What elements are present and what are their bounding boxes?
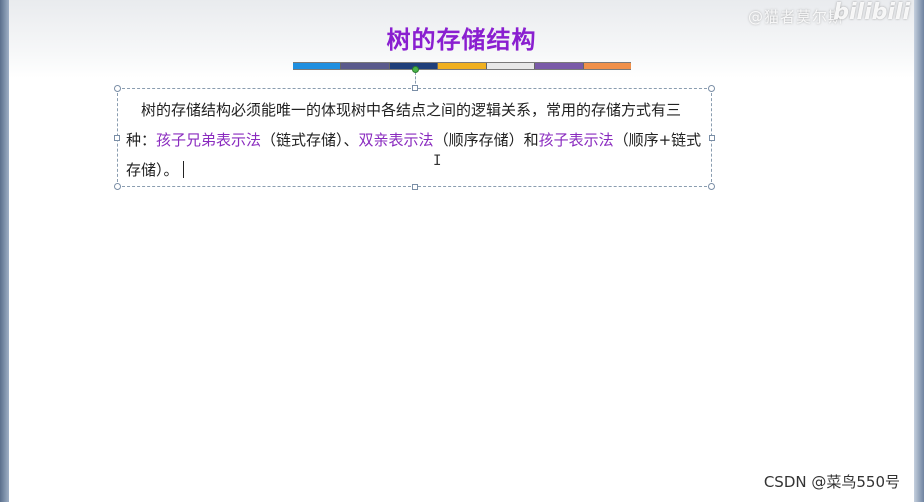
ibeam-cursor-icon: I [433,153,442,169]
color-bar-segment [293,63,342,69]
resize-handle-right[interactable] [709,135,715,141]
csdn-watermark: CSDN @菜鸟550号 [763,473,900,491]
resize-handle-top-left[interactable] [114,85,121,92]
selected-text-box[interactable]: 树的存储结构必须能唯一的体现树中各结点之间的逻辑关系，常用的存储方式有三种：孩子… [114,66,715,190]
resize-handle-bottom-left[interactable] [114,183,121,190]
color-bar-segment [583,63,631,69]
slide-canvas[interactable]: @猫者莫尔斯 bilibili 树的存储结构 树的存储结构必须能唯一的体现树中各… [9,0,914,502]
window-left-edge [0,0,9,502]
rotate-handle[interactable] [412,66,419,73]
color-bar-segment [341,63,390,69]
method-child: 孩子表示法 [538,131,614,149]
color-bar-segment [438,63,487,69]
window-right-edge [914,0,924,502]
decorative-color-bar [293,62,631,70]
body-text: （顺序存储）和 [433,131,539,149]
body-paragraph[interactable]: 树的存储结构必须能唯一的体现树中各结点之间的逻辑关系，常用的存储方式有三种：孩子… [126,95,708,185]
slide-title[interactable]: 树的存储结构 [9,20,914,55]
body-text: （链式存储）、 [261,131,359,149]
text-caret [182,161,184,178]
method-parent: 双亲表示法 [358,131,434,149]
resize-handle-left[interactable] [114,135,120,141]
resize-handle-top[interactable] [412,85,418,91]
resize-handle-bottom-right[interactable] [708,183,715,190]
method-child-sibling: 孩子兄弟表示法 [156,131,262,149]
color-bar-segment [535,63,584,69]
resize-handle-top-right[interactable] [708,85,715,92]
color-bar-segment [486,63,536,69]
